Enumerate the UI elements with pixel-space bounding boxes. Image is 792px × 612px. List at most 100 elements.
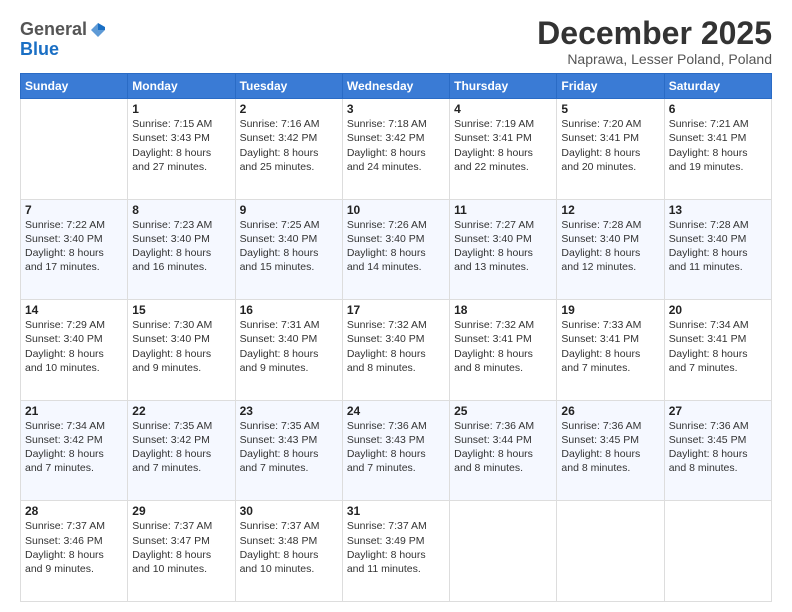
location: Naprawa, Lesser Poland, Poland	[537, 51, 772, 67]
table-row: 14 Sunrise: 7:29 AMSunset: 3:40 PMDayligh…	[21, 300, 128, 401]
day-number: 6	[669, 102, 767, 116]
cell-details: Sunrise: 7:36 AMSunset: 3:45 PMDaylight:…	[669, 420, 749, 475]
day-number: 13	[669, 203, 767, 217]
table-row: 28 Sunrise: 7:37 AMSunset: 3:46 PMDayligh…	[21, 501, 128, 602]
cell-details: Sunrise: 7:36 AMSunset: 3:45 PMDaylight:…	[561, 420, 641, 475]
calendar-table: Sunday Monday Tuesday Wednesday Thursday…	[20, 73, 772, 602]
table-row: 29 Sunrise: 7:37 AMSunset: 3:47 PMDayligh…	[128, 501, 235, 602]
logo-blue-text: Blue	[20, 39, 59, 59]
table-row: 19 Sunrise: 7:33 AMSunset: 3:41 PMDayligh…	[557, 300, 664, 401]
cell-details: Sunrise: 7:35 AMSunset: 3:42 PMDaylight:…	[132, 420, 212, 475]
cell-details: Sunrise: 7:32 AMSunset: 3:40 PMDaylight:…	[347, 319, 427, 374]
day-number: 17	[347, 303, 445, 317]
page: General Blue December 2025 Naprawa, Less…	[0, 0, 792, 612]
calendar-header-row: Sunday Monday Tuesday Wednesday Thursday…	[21, 74, 772, 99]
cell-details: Sunrise: 7:28 AMSunset: 3:40 PMDaylight:…	[669, 219, 749, 274]
day-number: 23	[240, 404, 338, 418]
table-row: 4Sunrise: 7:19 AMSunset: 3:41 PMDaylight…	[450, 99, 557, 200]
calendar-week-row: 1Sunrise: 7:15 AMSunset: 3:43 PMDaylight…	[21, 99, 772, 200]
day-number: 21	[25, 404, 123, 418]
table-row: 16 Sunrise: 7:31 AMSunset: 3:40 PMDayligh…	[235, 300, 342, 401]
table-row: 9Sunrise: 7:25 AMSunset: 3:40 PMDaylight…	[235, 199, 342, 300]
day-number: 8	[132, 203, 230, 217]
title-area: December 2025 Naprawa, Lesser Poland, Po…	[537, 16, 772, 67]
cell-details: Sunrise: 7:36 AMSunset: 3:43 PMDaylight:…	[347, 420, 427, 475]
logo-icon	[89, 21, 107, 39]
cell-details: Sunrise: 7:25 AMSunset: 3:40 PMDaylight:…	[240, 219, 320, 274]
col-saturday: Saturday	[664, 74, 771, 99]
logo: General Blue	[20, 20, 107, 60]
table-row: 7 Sunrise: 7:22 AMSunset: 3:40 PMDaylight…	[21, 199, 128, 300]
cell-details: Sunrise: 7:22 AMSunset: 3:40 PMDaylight:…	[25, 219, 105, 274]
table-row	[21, 99, 128, 200]
calendar-week-row: 14 Sunrise: 7:29 AMSunset: 3:40 PMDayligh…	[21, 300, 772, 401]
header: General Blue December 2025 Naprawa, Less…	[20, 16, 772, 67]
day-number: 22	[132, 404, 230, 418]
calendar-week-row: 28 Sunrise: 7:37 AMSunset: 3:46 PMDayligh…	[21, 501, 772, 602]
col-friday: Friday	[557, 74, 664, 99]
cell-details: Sunrise: 7:37 AMSunset: 3:46 PMDaylight:…	[25, 520, 105, 575]
table-row: 21 Sunrise: 7:34 AMSunset: 3:42 PMDayligh…	[21, 400, 128, 501]
cell-details: Sunrise: 7:34 AMSunset: 3:41 PMDaylight:…	[669, 319, 749, 374]
day-number: 29	[132, 504, 230, 518]
table-row: 8 Sunrise: 7:23 AMSunset: 3:40 PMDaylight…	[128, 199, 235, 300]
cell-details: Sunrise: 7:37 AMSunset: 3:49 PMDaylight:…	[347, 520, 427, 575]
day-number: 27	[669, 404, 767, 418]
table-row: 15Sunrise: 7:30 AMSunset: 3:40 PMDayligh…	[128, 300, 235, 401]
table-row: 11Sunrise: 7:27 AMSunset: 3:40 PMDayligh…	[450, 199, 557, 300]
cell-details: Sunrise: 7:35 AMSunset: 3:43 PMDaylight:…	[240, 420, 320, 475]
table-row: 1Sunrise: 7:15 AMSunset: 3:43 PMDaylight…	[128, 99, 235, 200]
cell-details: Sunrise: 7:28 AMSunset: 3:40 PMDaylight:…	[561, 219, 641, 274]
day-number: 18	[454, 303, 552, 317]
day-number: 16	[240, 303, 338, 317]
month-title: December 2025	[537, 16, 772, 51]
cell-details: Sunrise: 7:37 AMSunset: 3:47 PMDaylight:…	[132, 520, 212, 575]
col-monday: Monday	[128, 74, 235, 99]
day-number: 3	[347, 102, 445, 116]
day-number: 7	[25, 203, 123, 217]
day-number: 28	[25, 504, 123, 518]
cell-details: Sunrise: 7:27 AMSunset: 3:40 PMDaylight:…	[454, 219, 534, 274]
day-number: 12	[561, 203, 659, 217]
calendar-week-row: 21 Sunrise: 7:34 AMSunset: 3:42 PMDayligh…	[21, 400, 772, 501]
day-number: 4	[454, 102, 552, 116]
table-row: 30Sunrise: 7:37 AMSunset: 3:48 PMDayligh…	[235, 501, 342, 602]
col-sunday: Sunday	[21, 74, 128, 99]
cell-details: Sunrise: 7:37 AMSunset: 3:48 PMDaylight:…	[240, 520, 320, 575]
table-row: 10 Sunrise: 7:26 AMSunset: 3:40 PMDayligh…	[342, 199, 449, 300]
col-thursday: Thursday	[450, 74, 557, 99]
day-number: 20	[669, 303, 767, 317]
table-row	[664, 501, 771, 602]
table-row: 31 Sunrise: 7:37 AMSunset: 3:49 PMDayligh…	[342, 501, 449, 602]
table-row: 2Sunrise: 7:16 AMSunset: 3:42 PMDaylight…	[235, 99, 342, 200]
day-number: 10	[347, 203, 445, 217]
day-number: 14	[25, 303, 123, 317]
day-number: 25	[454, 404, 552, 418]
cell-details: Sunrise: 7:34 AMSunset: 3:42 PMDaylight:…	[25, 420, 105, 475]
logo-general-text: General	[20, 20, 87, 40]
cell-details: Sunrise: 7:33 AMSunset: 3:41 PMDaylight:…	[561, 319, 641, 374]
col-tuesday: Tuesday	[235, 74, 342, 99]
table-row: 18 Sunrise: 7:32 AMSunset: 3:41 PMDayligh…	[450, 300, 557, 401]
table-row: 25 Sunrise: 7:36 AMSunset: 3:44 PMDayligh…	[450, 400, 557, 501]
day-number: 19	[561, 303, 659, 317]
cell-details: Sunrise: 7:36 AMSunset: 3:44 PMDaylight:…	[454, 420, 534, 475]
cell-details: Sunrise: 7:18 AMSunset: 3:42 PMDaylight:…	[347, 118, 427, 173]
day-number: 5	[561, 102, 659, 116]
table-row: 5Sunrise: 7:20 AMSunset: 3:41 PMDaylight…	[557, 99, 664, 200]
table-row: 24 Sunrise: 7:36 AMSunset: 3:43 PMDayligh…	[342, 400, 449, 501]
day-number: 24	[347, 404, 445, 418]
cell-details: Sunrise: 7:29 AMSunset: 3:40 PMDaylight:…	[25, 319, 105, 374]
cell-details: Sunrise: 7:32 AMSunset: 3:41 PMDaylight:…	[454, 319, 534, 374]
cell-details: Sunrise: 7:23 AMSunset: 3:40 PMDaylight:…	[132, 219, 212, 274]
table-row: 20 Sunrise: 7:34 AMSunset: 3:41 PMDayligh…	[664, 300, 771, 401]
table-row: 17 Sunrise: 7:32 AMSunset: 3:40 PMDayligh…	[342, 300, 449, 401]
cell-details: Sunrise: 7:26 AMSunset: 3:40 PMDaylight:…	[347, 219, 427, 274]
cell-details: Sunrise: 7:30 AMSunset: 3:40 PMDaylight:…	[132, 319, 212, 374]
day-number: 2	[240, 102, 338, 116]
day-number: 31	[347, 504, 445, 518]
table-row: 6Sunrise: 7:21 AMSunset: 3:41 PMDaylight…	[664, 99, 771, 200]
table-row: 27 Sunrise: 7:36 AMSunset: 3:45 PMDayligh…	[664, 400, 771, 501]
day-number: 26	[561, 404, 659, 418]
cell-details: Sunrise: 7:31 AMSunset: 3:40 PMDaylight:…	[240, 319, 320, 374]
